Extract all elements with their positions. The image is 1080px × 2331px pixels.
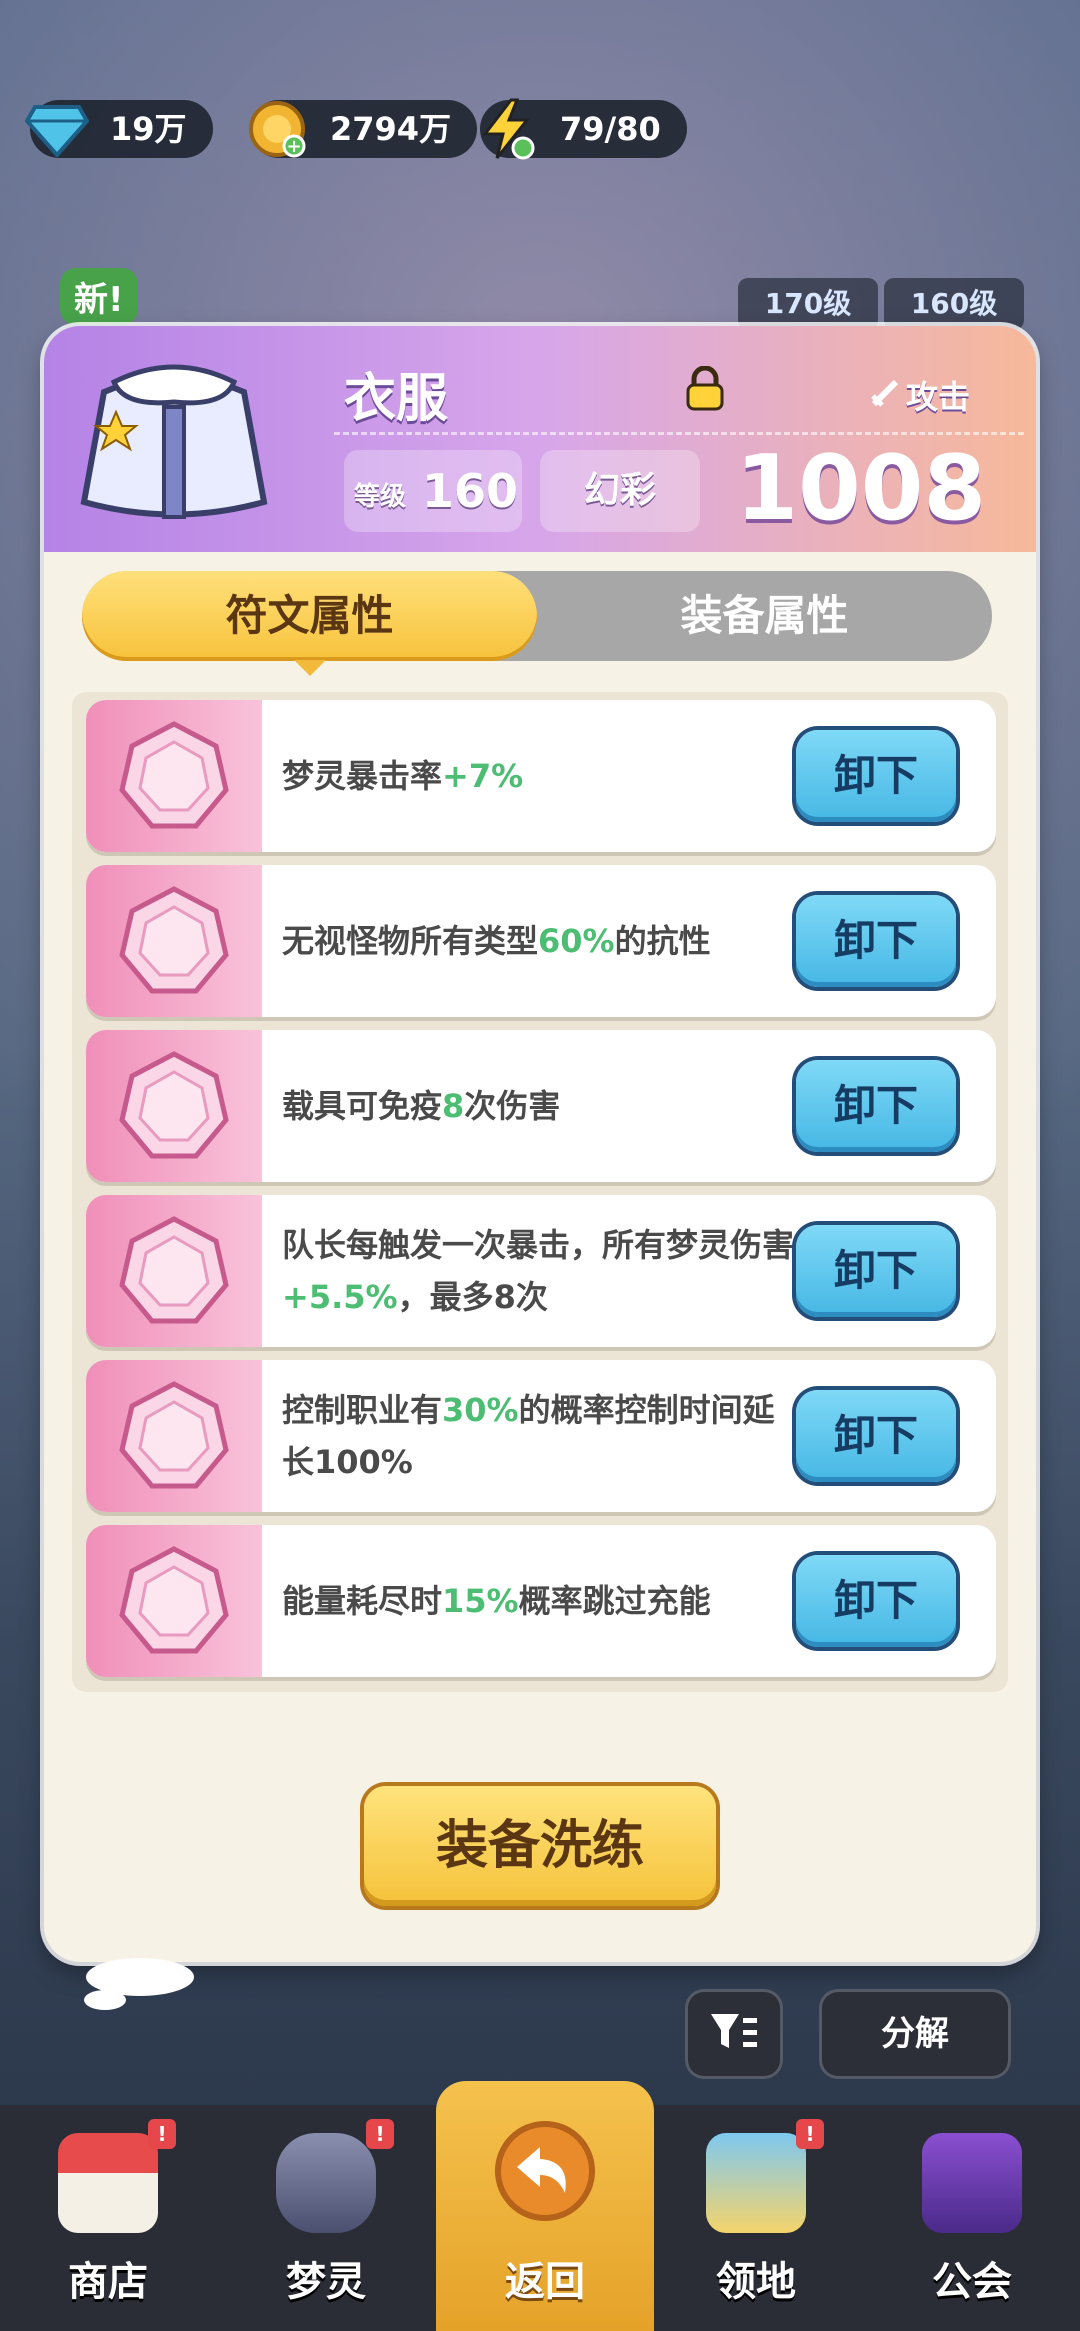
rune-value: 15% bbox=[442, 1582, 519, 1620]
sword-icon bbox=[870, 378, 900, 416]
nav-label: 返回 bbox=[505, 2259, 585, 2305]
filter-button[interactable] bbox=[688, 1992, 780, 2076]
territory-icon bbox=[706, 2133, 806, 2233]
nav-territory[interactable]: ! 领地 bbox=[648, 2105, 864, 2331]
rune-text: 控制职业有 bbox=[282, 1391, 443, 1429]
rune-description: 队长每触发一次暴击，所有梦灵伤害 +5.5%，最多8次 bbox=[282, 1195, 802, 1347]
resource-energy[interactable]: 79/80 bbox=[480, 98, 687, 160]
diamond-icon bbox=[20, 92, 94, 166]
level-tag-160: 160级 bbox=[884, 278, 1024, 330]
rune-row: 控制职业有30%的概率控制时间延长100% 卸下 bbox=[86, 1360, 996, 1512]
rune-value: 30% bbox=[442, 1391, 519, 1429]
nav-return[interactable]: 返回 bbox=[436, 2081, 654, 2331]
rune-list: 梦灵暴击率+7% 卸下 无视怪物所有类型60%的抗性 卸下 载具可免疫8次伤害 卸下 队长每… bbox=[72, 692, 1008, 1692]
decompose-button[interactable]: 分解 bbox=[822, 1992, 1008, 2076]
resource-diamond[interactable]: 19万 bbox=[25, 100, 213, 158]
stat-type: 攻击 bbox=[870, 372, 970, 418]
level-value: 160 bbox=[422, 464, 519, 518]
rune-description: 控制职业有30%的概率控制时间延长100% bbox=[282, 1360, 802, 1512]
filter-icon bbox=[709, 2010, 759, 2058]
unequip-button[interactable]: 卸下 bbox=[796, 730, 956, 822]
nav-label: 领地 bbox=[716, 2259, 796, 2305]
stat-type-label: 攻击 bbox=[906, 378, 971, 416]
reforge-button[interactable]: 装备洗练 bbox=[364, 1786, 716, 1906]
energy-icon bbox=[470, 92, 544, 166]
return-icon bbox=[495, 2121, 595, 2221]
rune-text: 能量耗尽时 bbox=[282, 1582, 443, 1620]
unequip-button[interactable]: 卸下 bbox=[796, 895, 956, 987]
svg-text:+: + bbox=[286, 136, 301, 157]
level-tag-170: 170级 bbox=[738, 278, 878, 330]
rune-value: +5.5% bbox=[282, 1278, 398, 1316]
rune-description: 无视怪物所有类型60%的抗性 bbox=[282, 865, 802, 1017]
bottom-nav: ! 商店 ! 梦灵 返回 ! 领地 公会 bbox=[0, 2081, 1080, 2331]
jacket-icon bbox=[64, 352, 284, 532]
divider bbox=[334, 432, 1024, 435]
shop-icon bbox=[58, 2133, 158, 2233]
quality-badge: 幻彩 bbox=[540, 450, 700, 532]
rune-gem-icon bbox=[86, 1525, 262, 1677]
rune-text: 梦灵暴击率 bbox=[282, 757, 443, 795]
rune-gem-icon bbox=[86, 1195, 262, 1347]
rune-row: 队长每触发一次暴击，所有梦灵伤害 +5.5%，最多8次 卸下 bbox=[86, 1195, 996, 1347]
rune-text: 队长每触发一次暴击，所有梦灵伤害 bbox=[282, 1226, 795, 1264]
diamond-count: 19万 bbox=[110, 110, 187, 148]
rune-value: 60% bbox=[538, 922, 615, 960]
rune-description: 载具可免疫8次伤害 bbox=[282, 1030, 802, 1182]
rune-text: 无视怪物所有类型 bbox=[282, 922, 539, 960]
rune-text: 概率跳过充能 bbox=[518, 1582, 711, 1620]
rune-text: 次伤害 bbox=[464, 1087, 561, 1125]
nav-shop[interactable]: ! 商店 bbox=[0, 2105, 216, 2331]
rune-description: 梦灵暴击率+7% bbox=[282, 700, 802, 852]
coin-icon: + bbox=[240, 92, 314, 166]
rune-value: 8 bbox=[442, 1087, 465, 1125]
rune-gem-icon bbox=[86, 700, 262, 852]
rune-value: +7% bbox=[442, 757, 524, 795]
nav-label: 公会 bbox=[932, 2259, 1012, 2305]
tab-rune-attributes[interactable]: 符文属性 bbox=[82, 571, 537, 661]
spirit-icon bbox=[276, 2133, 376, 2233]
nav-spirit[interactable]: ! 梦灵 bbox=[218, 2105, 434, 2331]
unequip-button[interactable]: 卸下 bbox=[796, 1390, 956, 1482]
rune-gem-icon bbox=[86, 865, 262, 1017]
coin-count: 2794万 bbox=[330, 110, 452, 148]
rune-text: ，最多8次 bbox=[397, 1278, 548, 1316]
tab-pointer bbox=[294, 660, 326, 676]
level-box: 等级 160 bbox=[344, 450, 522, 532]
unequip-button[interactable]: 卸下 bbox=[796, 1555, 956, 1647]
energy-count: 79/80 bbox=[560, 110, 661, 148]
rune-text: 载具可免疫 bbox=[282, 1087, 443, 1125]
nav-label: 商店 bbox=[68, 2259, 148, 2305]
guild-icon bbox=[922, 2133, 1022, 2233]
resource-coin[interactable]: + 2794万 bbox=[249, 100, 478, 158]
rune-row: 梦灵暴击率+7% 卸下 bbox=[86, 700, 996, 852]
level-label: 等级 bbox=[354, 482, 407, 512]
power-value: 1008 bbox=[735, 436, 987, 541]
nav-guild[interactable]: 公会 bbox=[864, 2105, 1080, 2331]
unequip-button[interactable]: 卸下 bbox=[796, 1225, 956, 1317]
alert-badge: ! bbox=[796, 2119, 824, 2149]
rune-row: 载具可免疫8次伤害 卸下 bbox=[86, 1030, 996, 1182]
rune-gem-icon bbox=[86, 1030, 262, 1182]
rune-description: 能量耗尽时15%概率跳过充能 bbox=[282, 1525, 802, 1677]
nav-label: 梦灵 bbox=[286, 2259, 366, 2305]
alert-badge: ! bbox=[366, 2119, 394, 2149]
rune-row: 无视怪物所有类型60%的抗性 卸下 bbox=[86, 865, 996, 1017]
item-name: 衣服 bbox=[344, 369, 449, 429]
tab-equipment-attributes[interactable]: 装备属性 bbox=[537, 571, 992, 661]
panel-header: 衣服 攻击 等级 160 幻彩 1008 bbox=[44, 326, 1036, 552]
lock-icon[interactable] bbox=[684, 365, 726, 416]
rune-gem-icon bbox=[86, 1360, 262, 1512]
rune-text: 的抗性 bbox=[614, 922, 711, 960]
new-badge: 新! bbox=[60, 268, 138, 325]
alert-badge: ! bbox=[148, 2119, 176, 2149]
rune-row: 能量耗尽时15%概率跳过充能 卸下 bbox=[86, 1525, 996, 1677]
equipment-panel: 衣服 攻击 等级 160 幻彩 1008 符文属性 装备属性 梦灵暴击率+7% 卸… bbox=[44, 326, 1036, 1962]
unequip-button[interactable]: 卸下 bbox=[796, 1060, 956, 1152]
speech-bubble-dot-small bbox=[84, 1990, 126, 2010]
tab-bar: 符文属性 装备属性 bbox=[82, 571, 992, 661]
